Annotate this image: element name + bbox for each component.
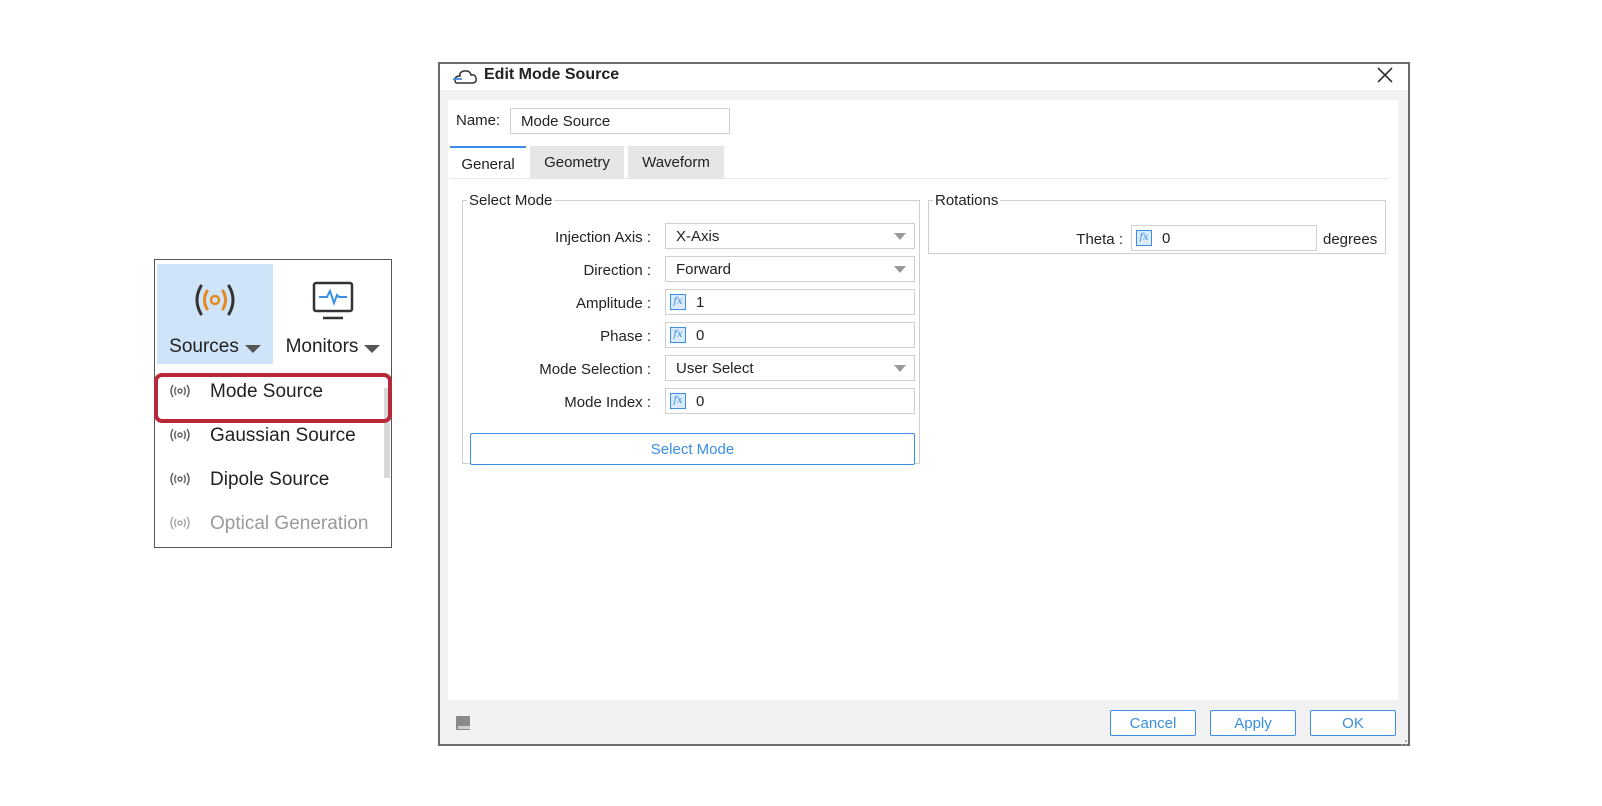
resize-grip-icon[interactable] [1398,734,1408,746]
theta-unit: degrees [1323,231,1378,248]
rotations-group: Rotations Theta : fx 0 degrees [928,192,1386,254]
injection-axis-select[interactable]: X-Axis [665,223,915,249]
sources-button[interactable]: Sources [157,264,273,364]
name-field[interactable]: Mode Source [510,108,730,134]
menu-item-optical-generation: Optical Generation [155,504,383,544]
injection-axis-label: Injection Axis : [555,229,651,246]
fx-icon[interactable]: fx [670,393,686,409]
select-mode-group: Select Mode Injection Axis : X-Axis Dire… [462,192,920,465]
injection-axis-value: X-Axis [676,228,720,245]
tab-waveform[interactable]: Waveform [628,146,724,178]
phase-label: Phase : [600,328,651,345]
menu-item-label: Gaussian Source [210,425,356,446]
fx-icon[interactable]: fx [1136,230,1152,246]
monitors-label: Monitors [285,336,359,357]
theta-input[interactable]: fx 0 [1131,225,1317,251]
amplitude-label: Amplitude : [575,295,651,312]
apply-button[interactable]: Apply [1210,710,1296,736]
dropdown-arrow-icon [894,365,906,372]
mode-index-value: 0 [696,393,705,410]
chevron-down-icon [244,344,261,353]
direction-value: Forward [676,261,732,278]
edit-mode-source-dialog: Edit Mode Source Name: Mode Source Gener… [438,62,1410,746]
menu-item-dipole-source[interactable]: Dipole Source [155,460,383,500]
name-label: Name: [456,112,501,129]
sources-label: Sources [169,336,239,357]
source-icon [191,280,239,325]
toolbar-panel: Sources Monitors Mode Source Gaussian So… [154,259,392,548]
menu-item-label: Dipole Source [210,469,330,490]
cloud-edit-icon [452,68,478,91]
mode-selection-value: User Select [676,360,754,377]
amplitude-value: 1 [696,294,705,311]
tab-divider [450,178,1388,179]
select-mode-legend: Select Mode [469,192,553,209]
source-icon [169,515,191,537]
cancel-button[interactable]: Cancel [1110,710,1196,736]
tab-geometry[interactable]: Geometry [530,146,624,178]
mode-selection-select[interactable]: User Select [665,355,915,381]
theta-value: 0 [1162,230,1171,247]
menu-item-label: Optical Generation [210,513,369,534]
fx-icon[interactable]: fx [670,327,686,343]
direction-label: Direction : [583,262,651,279]
dropdown-arrow-icon [894,266,906,273]
source-icon [169,471,191,493]
close-icon[interactable] [1376,66,1394,84]
book-icon[interactable] [454,714,472,737]
phase-input[interactable]: fx 0 [665,322,915,348]
tab-general[interactable]: General [450,146,526,178]
mode-index-input[interactable]: fx 0 [665,388,915,414]
monitor-icon [311,280,355,327]
mode-selection-label: Mode Selection : [539,361,651,378]
monitors-button[interactable]: Monitors [277,264,389,364]
source-icon [169,427,191,449]
mode-index-label: Mode Index : [564,394,651,411]
dialog-body: Name: Mode Source General Geometry Wavef… [448,100,1398,700]
select-mode-button[interactable]: Select Mode [470,433,915,465]
fx-icon[interactable]: fx [670,294,686,310]
amplitude-input[interactable]: fx 1 [665,289,915,315]
chevron-down-icon [364,344,381,353]
dialog-titlebar[interactable]: Edit Mode Source [440,64,1408,90]
phase-value: 0 [696,327,705,344]
dropdown-arrow-icon [894,233,906,240]
dialog-title: Edit Mode Source [484,66,620,83]
rotations-legend: Rotations [935,192,999,209]
ok-button[interactable]: OK [1310,710,1396,736]
theta-label: Theta : [1076,231,1123,248]
direction-select[interactable]: Forward [665,256,915,282]
selection-highlight [154,373,392,423]
